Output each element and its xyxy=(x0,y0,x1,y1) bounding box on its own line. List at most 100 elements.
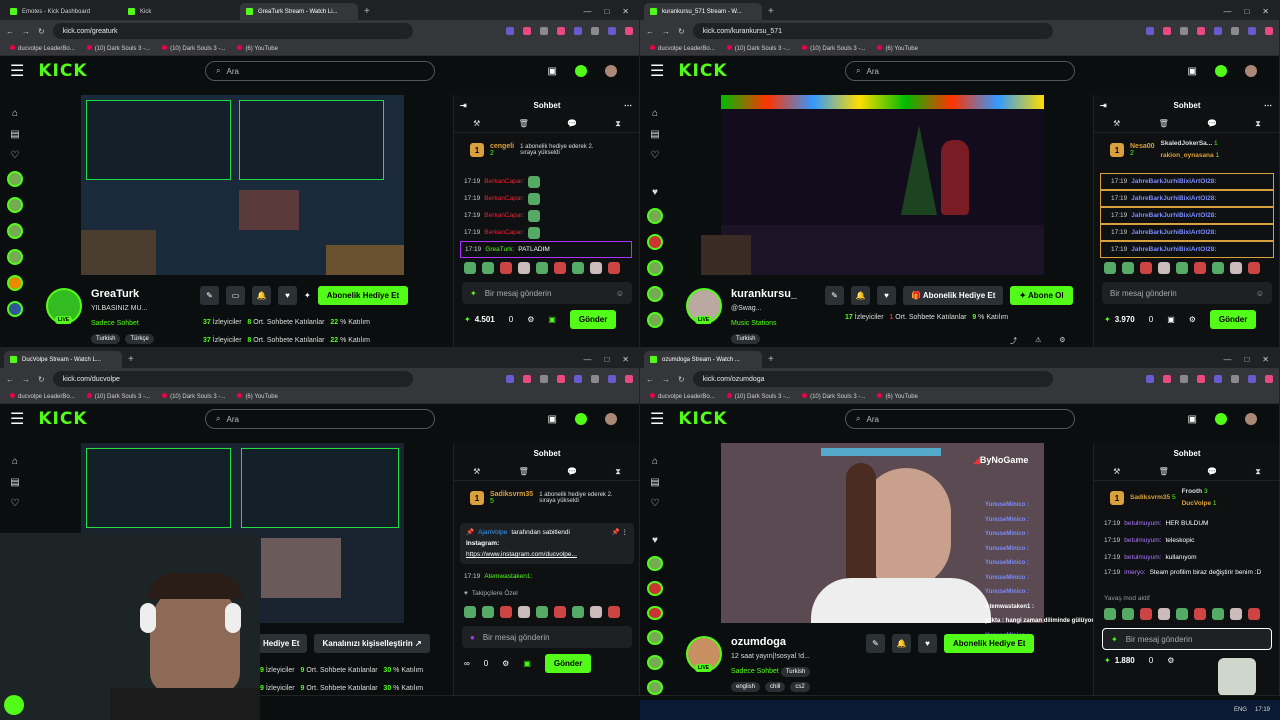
avatar[interactable] xyxy=(605,413,617,425)
forward-icon[interactable]: → xyxy=(22,27,30,36)
bot-icon[interactable]: ▣ xyxy=(548,315,556,324)
gifter-name[interactable]: Sadiksvrm35 xyxy=(1130,494,1170,501)
emoji-icon[interactable]: ☺ xyxy=(1256,289,1264,298)
extension-icon[interactable] xyxy=(523,27,531,35)
pinned-by-user[interactable]: AjanVolpe xyxy=(478,527,507,538)
message-user[interactable]: JahreBarkJurhiBixiArtOl28: xyxy=(1131,246,1216,253)
browse-icon[interactable]: ▤ xyxy=(650,477,659,488)
extension-icon[interactable] xyxy=(574,375,582,383)
emote-icon[interactable] xyxy=(536,262,548,274)
kick-points-icon[interactable] xyxy=(1215,65,1227,77)
settings-icon[interactable]: ⚙ xyxy=(1189,315,1196,324)
close-icon[interactable]: ✕ xyxy=(1262,355,1269,364)
home-icon[interactable]: ⌂ xyxy=(12,456,18,467)
new-tab-button[interactable]: + xyxy=(762,3,780,20)
extension-icon[interactable] xyxy=(557,375,565,383)
hourglass-icon[interactable]: ⧗ xyxy=(615,119,621,129)
unpin-icon[interactable]: 📌 ⋮ xyxy=(612,527,628,538)
close-icon[interactable]: ✕ xyxy=(622,7,629,16)
followed-channel-avatar[interactable] xyxy=(647,260,663,276)
message-user[interactable]: JahreBarkJurhiBixiArtOl28: xyxy=(1131,178,1216,185)
tag[interactable]: cs2 xyxy=(790,682,810,692)
gifter-name[interactable]: Nesa00 xyxy=(1130,143,1155,150)
emote-icon[interactable] xyxy=(590,262,602,274)
followed-channel-avatar[interactable] xyxy=(7,197,23,213)
minimize-icon[interactable]: — xyxy=(583,355,591,364)
bookmark[interactable]: (10) Dark Souls 3 -... xyxy=(87,45,150,52)
gamepad-icon[interactable]: ▣ xyxy=(1188,66,1197,77)
extension-icon[interactable] xyxy=(523,375,531,383)
emote-icon[interactable] xyxy=(1212,608,1224,620)
followed-channel-avatar[interactable] xyxy=(647,208,663,224)
bookmark[interactable]: (10) Dark Souls 3 -... xyxy=(802,393,865,400)
stream-category[interactable]: Sadece Sohbet xyxy=(91,320,139,327)
browse-icon[interactable]: ▤ xyxy=(10,477,19,488)
gifter-name[interactable]: SkaledJokerSa... xyxy=(1161,140,1213,147)
pinned-link[interactable]: https://www.instagram.com/ducvolpe... xyxy=(466,549,628,560)
emote-icon[interactable] xyxy=(518,262,530,274)
back-icon[interactable]: ← xyxy=(646,375,654,384)
gifter-name[interactable]: cengeli xyxy=(490,143,514,150)
emoji-icon[interactable]: ☺ xyxy=(616,289,624,298)
url-field[interactable]: kick.com/greaturk xyxy=(52,23,413,39)
tag[interactable]: Turkish xyxy=(731,334,761,344)
followed-channel-avatar[interactable] xyxy=(647,605,663,621)
heart-icon[interactable]: ♥ xyxy=(652,187,658,198)
followed-channel-avatar[interactable] xyxy=(7,171,23,187)
message-user[interactable]: betulmuyum: xyxy=(1124,520,1161,527)
reload-icon[interactable]: ↻ xyxy=(38,375,45,384)
bookmark[interactable]: (6) YouTube xyxy=(237,45,277,52)
channel-name[interactable]: GreaTurk xyxy=(91,288,139,300)
forward-icon[interactable]: → xyxy=(662,27,670,36)
avatar[interactable] xyxy=(1245,65,1257,77)
gifter-name[interactable]: Frooth xyxy=(1182,488,1203,495)
hammer-icon[interactable]: ⚒ xyxy=(473,119,480,128)
gamepad-icon[interactable]: ▣ xyxy=(1188,414,1197,425)
message-user[interactable]: BerkanCapar: xyxy=(484,229,524,236)
language-indicator[interactable]: ENG xyxy=(1234,707,1247,713)
more-icon[interactable]: ⋯ xyxy=(1264,101,1272,110)
back-icon[interactable]: ← xyxy=(6,375,14,384)
extension-icon[interactable] xyxy=(1231,27,1239,35)
bell-icon[interactable]: 🔔 xyxy=(851,286,870,305)
hammer-icon[interactable]: ⚒ xyxy=(1113,467,1120,476)
trash-icon[interactable]: 🗑 xyxy=(1159,467,1169,476)
extension-icon[interactable] xyxy=(1248,375,1256,383)
emote-icon[interactable] xyxy=(1104,262,1116,274)
search-input[interactable]: ⌕ Ara xyxy=(205,61,435,81)
menu-icon[interactable]: ☰ xyxy=(10,409,24,429)
heart-icon[interactable]: ♡ xyxy=(651,150,660,161)
url-field[interactable]: kick.com/ozumdoga xyxy=(692,371,1053,387)
gift-sub-button[interactable]: Hediye Et xyxy=(255,634,308,653)
followed-channel-avatar[interactable] xyxy=(647,312,663,328)
maximize-icon[interactable]: □ xyxy=(1244,355,1249,364)
emote-icon[interactable] xyxy=(464,606,476,618)
url-field[interactable]: kick.com/kurankursu_571 xyxy=(692,23,1053,39)
browse-icon[interactable]: ▤ xyxy=(10,129,19,140)
chat-icon[interactable]: 💬 xyxy=(1207,467,1217,476)
gifter-name[interactable]: DucVolpe xyxy=(1182,500,1212,507)
settings-icon[interactable]: ⚙ xyxy=(1059,336,1065,346)
extension-icon[interactable] xyxy=(1214,375,1222,383)
chat-icon[interactable]: 💬 xyxy=(567,119,577,128)
followed-channel-avatar[interactable] xyxy=(7,223,23,239)
kick-points-icon[interactable] xyxy=(1215,413,1227,425)
extension-icon[interactable] xyxy=(574,27,582,35)
message-user[interactable]: BerkanCapar: xyxy=(484,212,524,219)
menu-icon[interactable]: ☰ xyxy=(650,409,664,429)
share-icon[interactable]: ⤴ xyxy=(1010,336,1017,346)
emote-icon[interactable] xyxy=(554,606,566,618)
bookmark[interactable]: ducvolpe LeaderBo... xyxy=(650,393,715,400)
forward-icon[interactable]: → xyxy=(662,375,670,384)
minimize-icon[interactable]: — xyxy=(583,7,591,16)
followed-channel-avatar[interactable] xyxy=(647,556,663,571)
emote-icon[interactable] xyxy=(1194,608,1206,620)
chat-input[interactable]: ✦ Bir mesaj gönderin ☺ xyxy=(462,282,632,304)
extension-icon[interactable] xyxy=(1197,27,1205,35)
emote-icon[interactable] xyxy=(536,606,548,618)
bookmark[interactable]: (6) YouTube xyxy=(237,393,277,400)
extension-icon[interactable] xyxy=(1197,375,1205,383)
tag[interactable]: Turkish xyxy=(780,667,811,677)
tab-greaturk[interactable]: GreaTurk Stream - Watch Li... xyxy=(240,3,358,20)
extension-icon[interactable] xyxy=(1214,27,1222,35)
